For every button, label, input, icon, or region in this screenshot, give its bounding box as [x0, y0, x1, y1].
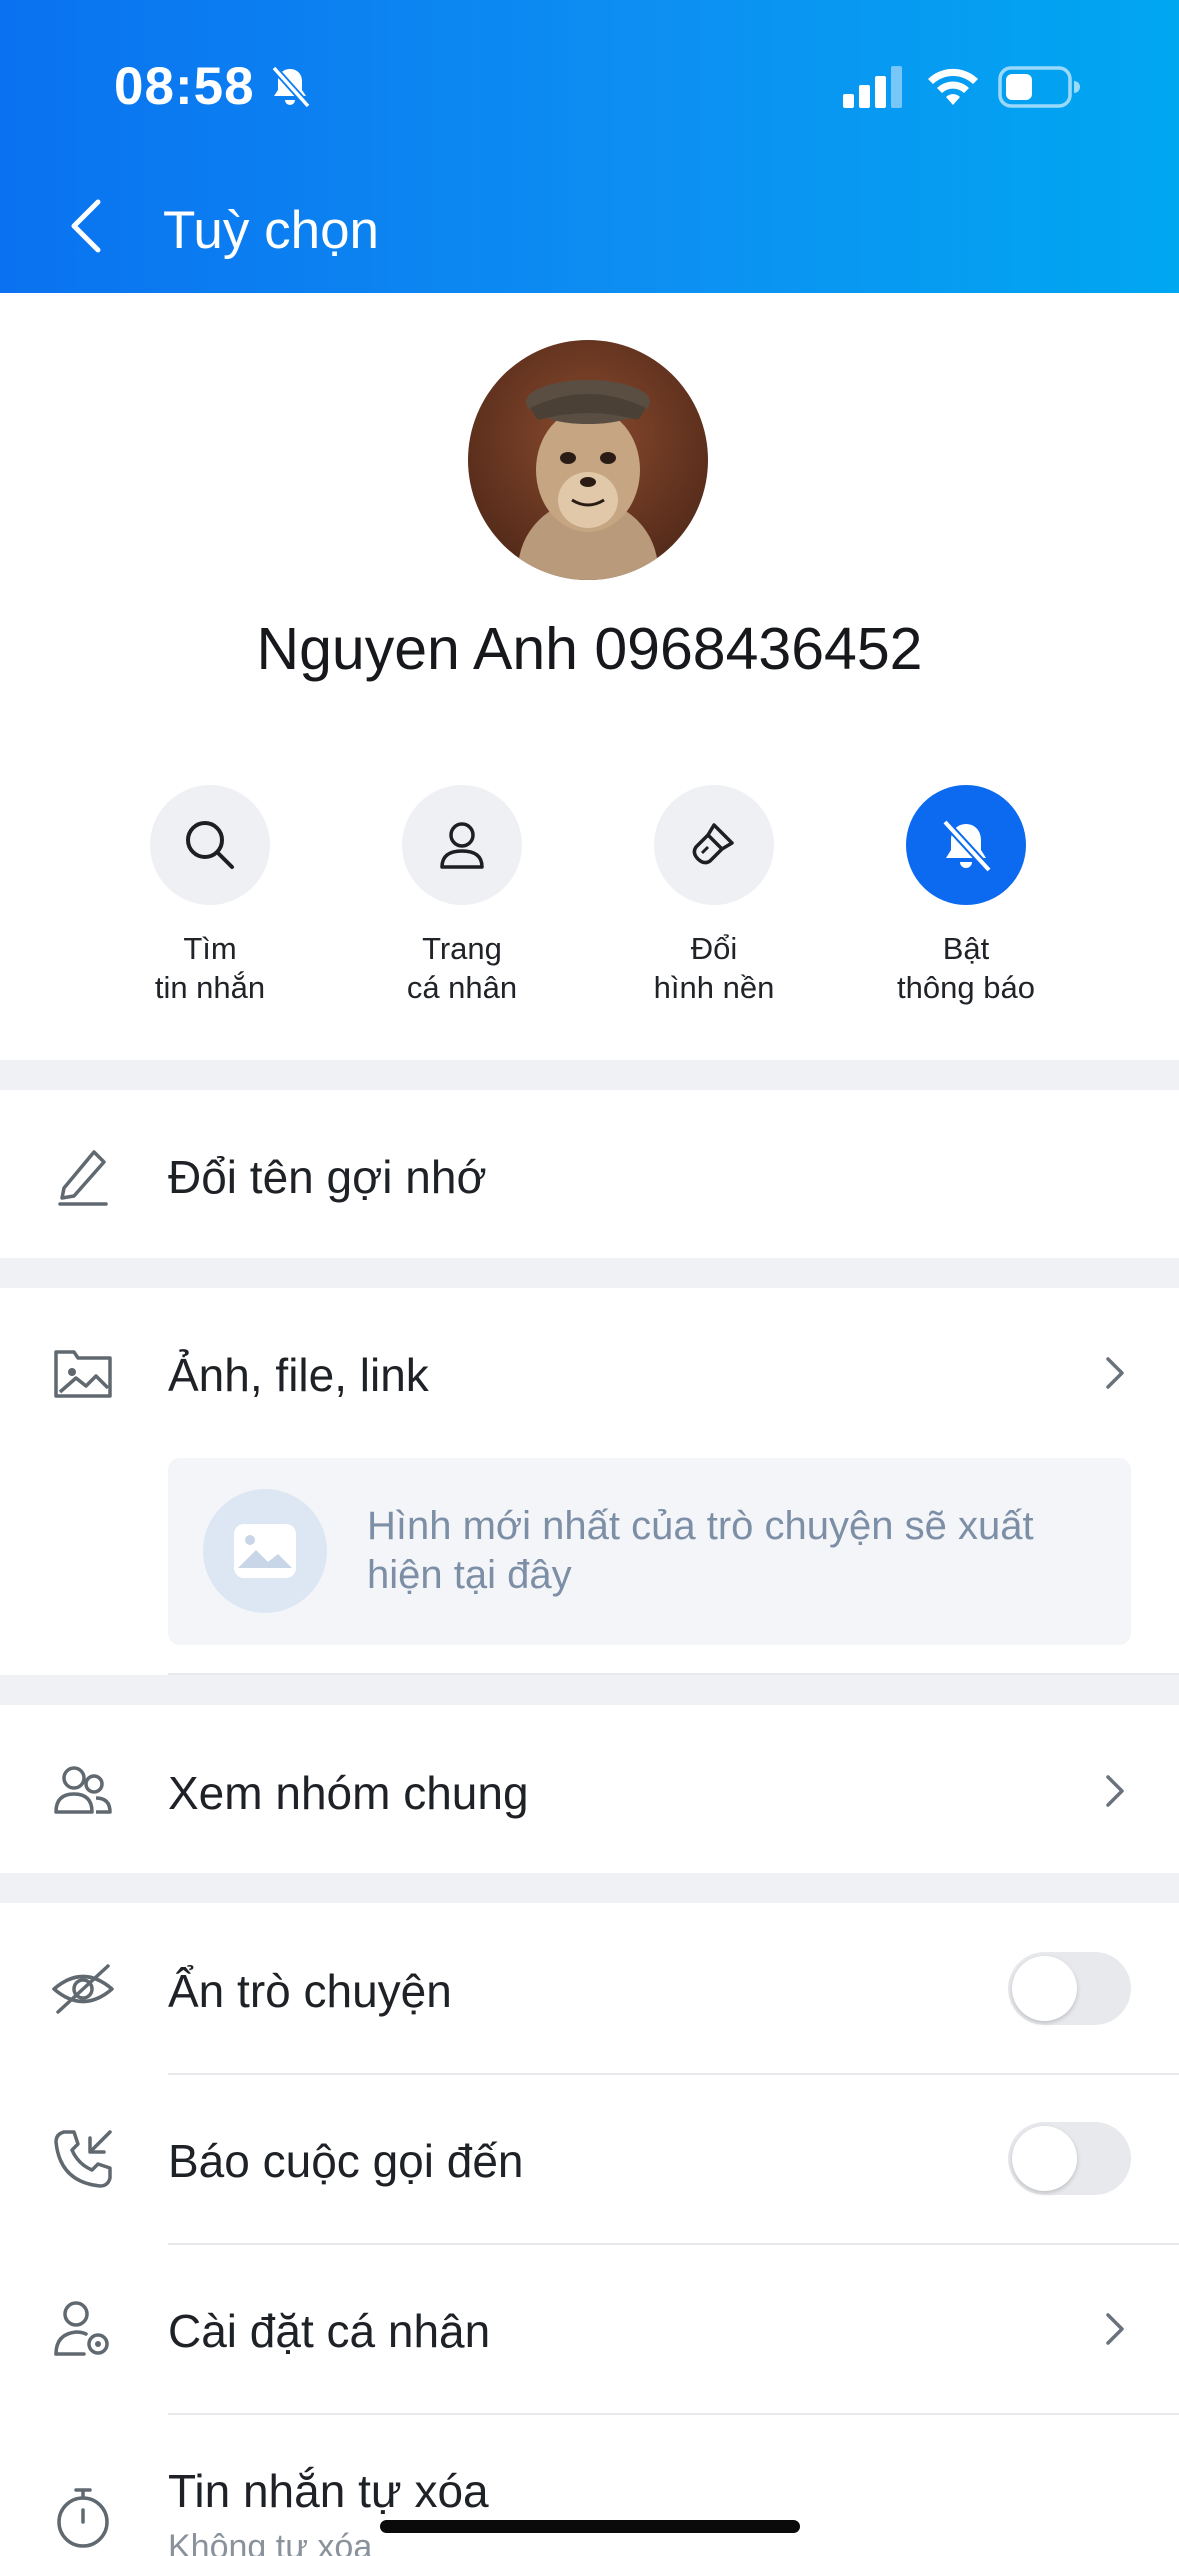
chevron-right-icon [1106, 2313, 1124, 2345]
media-files-links-label: Ảnh, file, link [168, 1349, 429, 1401]
user-settings-icon [54, 2301, 109, 2356]
paint-brush-icon [692, 823, 734, 865]
incoming-call-icon [54, 2130, 112, 2188]
media-preview-placeholder: Hình mới nhất của trò chuyện sẽ xuất hiệ… [168, 1458, 1131, 1645]
group-icon [54, 1766, 112, 1814]
image-placeholder [203, 1489, 327, 1613]
divider [168, 2413, 1179, 2415]
profile-page-label: Trang cá nhân [406, 931, 518, 1005]
timer-icon [57, 2488, 109, 2548]
hide-chat-row[interactable]: Ẩn trò chuyện [0, 1914, 1179, 2064]
rename-nickname-row[interactable]: Đổi tên gợi nhớ [0, 1100, 1179, 1250]
divider [168, 2243, 1179, 2245]
home-indicator[interactable] [380, 2520, 800, 2533]
notifications-button-circle[interactable] [906, 785, 1026, 905]
auto-delete-messages-row[interactable]: Tin nhắn tự xóa Không tự xóa [0, 2424, 1179, 2556]
rename-nickname-label: Đổi tên gợi nhớ [168, 1151, 487, 1203]
battery-icon [998, 66, 1080, 108]
divider [168, 2073, 1179, 2075]
section-separator [0, 1873, 1179, 1903]
status-time: 08:58 [114, 57, 255, 116]
pencil-icon [58, 1150, 108, 1206]
auto-delete-value: Không tự xóa [168, 2528, 373, 2556]
enable-notifications-button[interactable]: Bật thông báo [846, 785, 1086, 1007]
app-header: 08:58 Tuỳ chọn [0, 0, 1179, 293]
auto-delete-messages-label: Tin nhắn tự xóa [168, 2465, 489, 2517]
section-separator [0, 1675, 1179, 1705]
page-title: Tuỳ chọn [163, 201, 380, 260]
media-placeholder-text: Hình mới nhất của trò chuyện sẽ xuất hiệ… [367, 1504, 1034, 1597]
profile-page-button[interactable]: Trang cá nhân [342, 785, 582, 1007]
profile-button-circle[interactable] [402, 785, 522, 905]
hide-chat-label: Ẩn trò chuyện [168, 1965, 452, 2017]
silent-mode-icon [271, 65, 311, 109]
search-messages-label: Tìm tin nhắn [154, 931, 266, 1005]
change-wallpaper-label: Đổi hình nền [653, 931, 775, 1005]
avatar-image [468, 340, 708, 580]
profile-name: Nguyen Anh 0968436452 [256, 616, 923, 682]
eye-off-icon [52, 1964, 114, 2014]
incoming-call-alert-row[interactable]: Báo cuộc gọi đến [0, 2084, 1179, 2234]
enable-notifications-label: Bật thông báo [897, 931, 1035, 1005]
section-separator [0, 1060, 1179, 1090]
bell-off-icon [942, 819, 992, 873]
toggle-knob [1012, 2126, 1077, 2191]
hide-chat-toggle[interactable] [1008, 1952, 1131, 2025]
change-wallpaper-button[interactable]: Đổi hình nền [594, 785, 834, 1007]
section-separator [0, 1258, 1179, 1288]
toggle-knob [1012, 1956, 1077, 2021]
back-button[interactable] [62, 196, 114, 256]
wallpaper-button-circle[interactable] [654, 785, 774, 905]
chevron-right-icon [1106, 1775, 1124, 1807]
incoming-call-alert-label: Báo cuộc gọi đến [168, 2135, 524, 2187]
search-icon [186, 821, 234, 869]
search-messages-button[interactable]: Tìm tin nhắn [90, 785, 330, 1007]
personal-settings-row[interactable]: Cài đặt cá nhân [0, 2254, 1179, 2404]
common-groups-label: Xem nhóm chung [168, 1767, 529, 1819]
avatar[interactable] [468, 340, 708, 580]
media-files-links-row[interactable]: Ảnh, file, link [0, 1298, 1179, 1448]
wifi-icon [928, 68, 978, 105]
person-icon [440, 822, 484, 869]
search-button-circle[interactable] [150, 785, 270, 905]
common-groups-row[interactable]: Xem nhóm chung [0, 1716, 1179, 1866]
photo-folder-icon [54, 1350, 112, 1398]
signal-icon [843, 66, 902, 108]
image-icon [234, 1524, 296, 1578]
chevron-right-icon [1106, 1357, 1124, 1389]
personal-settings-label: Cài đặt cá nhân [168, 2305, 491, 2357]
incoming-call-toggle[interactable] [1008, 2122, 1131, 2195]
